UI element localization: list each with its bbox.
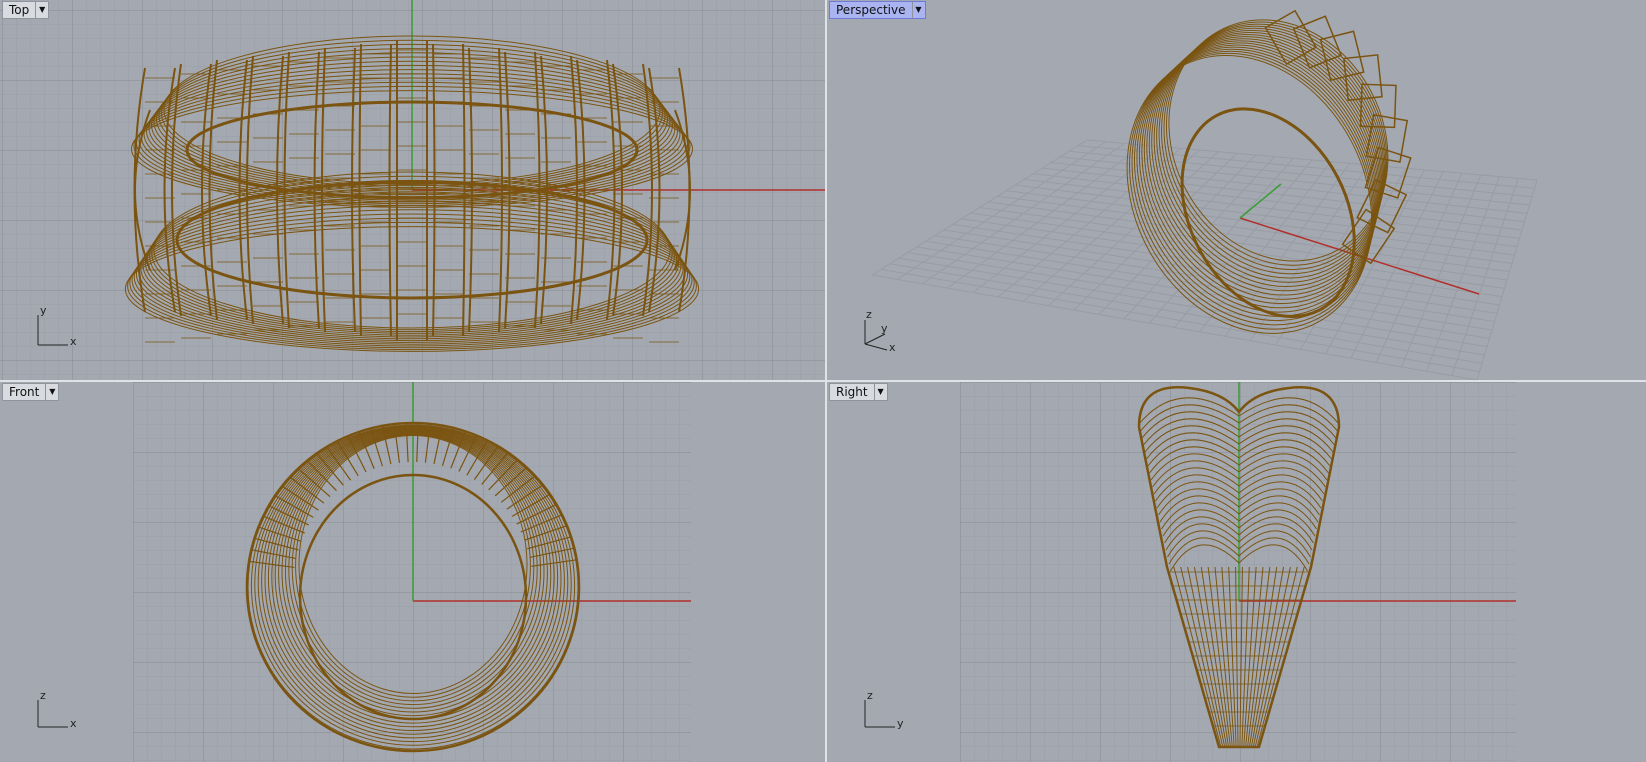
axis-label-z: z — [866, 308, 872, 321]
axis-label-z: z — [40, 689, 46, 702]
viewport-perspective[interactable]: z y x Perspective ▼ — [827, 0, 1646, 380]
axis-label-y: y — [897, 717, 904, 730]
viewport-tab-top[interactable]: Top ▼ — [2, 1, 50, 19]
viewport-title: Right — [836, 385, 868, 399]
axis-label-x: x — [70, 717, 77, 730]
caret-down-icon[interactable]: ▼ — [45, 384, 58, 400]
perspective-view-canvas[interactable]: z y x — [827, 0, 1646, 380]
viewport-tab-right[interactable]: Right ▼ — [829, 383, 888, 401]
axis-widget-front: x z — [37, 689, 77, 730]
viewport-front[interactable]: x z Front ▼ — [0, 382, 825, 762]
viewport-top[interactable]: x y Top ▼ — [0, 0, 825, 380]
axis-label-y: y — [881, 322, 888, 335]
viewport-right[interactable]: y z Right ▼ — [827, 382, 1646, 762]
viewport-tab-perspective[interactable]: Perspective ▼ — [829, 1, 926, 19]
caret-down-icon[interactable]: ▼ — [35, 2, 48, 18]
viewport-title: Front — [9, 385, 40, 399]
caret-down-icon[interactable]: ▼ — [873, 384, 887, 400]
caret-down-icon[interactable]: ▼ — [911, 2, 925, 18]
y-axis-line — [1239, 183, 1282, 219]
viewport-title: Perspective — [836, 3, 906, 17]
axis-label-z: z — [867, 689, 873, 702]
viewport-title: Top — [9, 3, 30, 17]
axis-widget-right: y z — [864, 689, 904, 730]
axis-label-y: y — [40, 304, 47, 317]
axis-label-x: x — [889, 341, 896, 354]
axis-widget-perspective: z y x — [864, 308, 896, 354]
front-view-canvas[interactable]: x z — [0, 382, 825, 762]
right-view-canvas[interactable]: y z — [827, 382, 1646, 762]
top-view-canvas[interactable]: x y — [0, 0, 825, 380]
viewport-tab-front[interactable]: Front ▼ — [2, 383, 60, 401]
axis-label-x: x — [70, 335, 77, 348]
